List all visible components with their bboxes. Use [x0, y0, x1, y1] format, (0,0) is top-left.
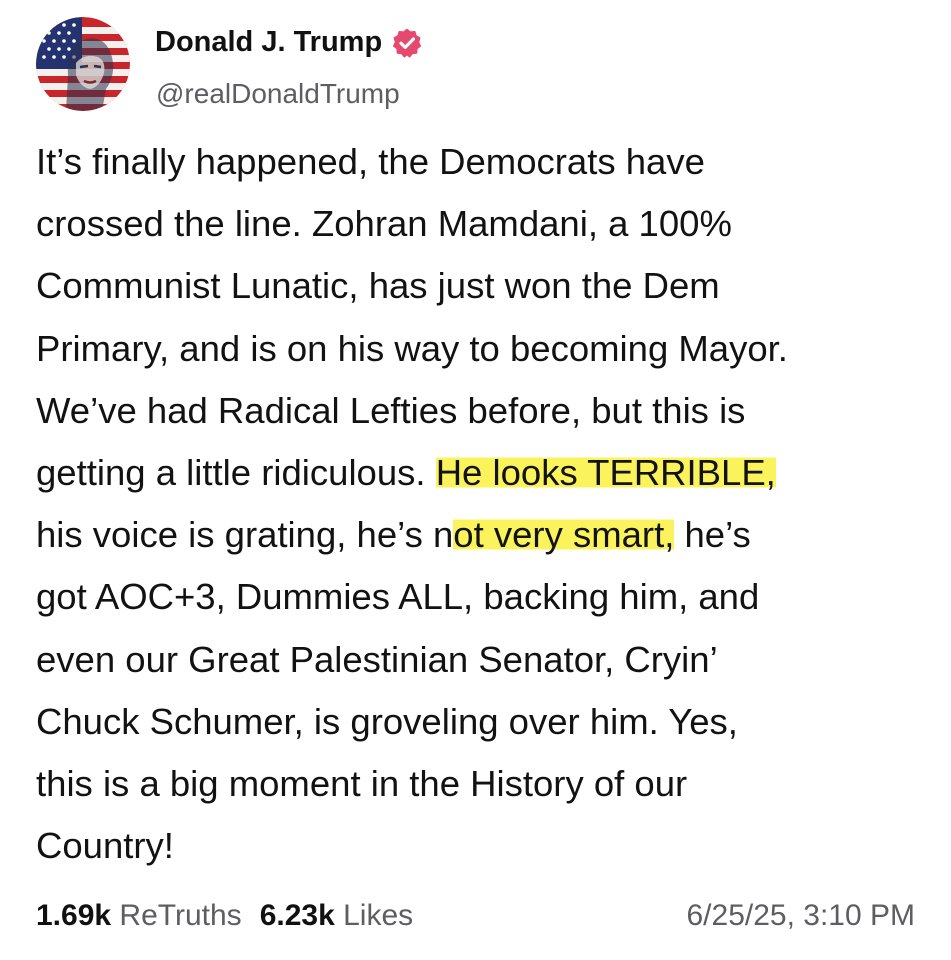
highlighted-text: ot very smart, — [453, 514, 675, 556]
post-line: got AOC+3, Dummies ALL, backing him, and — [36, 576, 760, 618]
post-line: his voice is grating, he’s not very smar… — [36, 504, 936, 566]
retruths-count: 1.69k — [36, 899, 112, 932]
likes-label: Likes — [343, 899, 414, 932]
likes-count: 6.23k — [259, 899, 335, 932]
flag-portrait-avatar-icon — [36, 17, 130, 111]
likes-stat[interactable]: 6.23k Likes — [260, 899, 413, 932]
author-handle[interactable]: @realDonaldTrump — [156, 78, 400, 110]
author-display-name[interactable]: Donald J. Trump — [155, 26, 382, 59]
post-line: this is a big moment in the History of o… — [36, 763, 688, 805]
post-line: Chuck Schumer, is groveling over him. Ye… — [36, 700, 738, 742]
post-line: It’s finally happened, the Democrats hav… — [36, 141, 705, 182]
post-line: getting a little ridiculous. He looks TE… — [36, 442, 936, 504]
post-line: We’ve had Radical Lefties before, but th… — [36, 389, 746, 431]
verified-badge-icon — [391, 27, 423, 59]
retruths-label: ReTruths — [119, 899, 242, 932]
avatar[interactable] — [36, 17, 130, 111]
post-stats: 1.69k ReTruths 6.23k Likes — [36, 899, 413, 933]
post-line: Communist Lunatic, has just won the Dem — [36, 265, 720, 307]
post-text: he’s — [674, 514, 751, 556]
post-timestamp[interactable]: 6/25/25, 3:10 PM — [687, 899, 916, 933]
post-line: Country! — [36, 825, 174, 867]
retruths-stat[interactable]: 1.69k ReTruths — [36, 899, 242, 932]
highlighted-text: He looks TERRIBLE, — [435, 452, 776, 494]
post-line: even our Great Palestinian Senator, Cryi… — [36, 638, 718, 680]
post-line: crossed the line. Zohran Mamdani, a 100% — [36, 203, 732, 245]
post-text: getting a little ridiculous. — [36, 452, 436, 494]
post-line: Primary, and is on his way to becoming M… — [36, 327, 788, 369]
post-body: It’s finally happened, the Democrats hav… — [36, 131, 936, 877]
truth-post: Donald J. Trump @realDonaldTrump It’s fi… — [0, 0, 951, 960]
author-name-row[interactable]: Donald J. Trump — [155, 26, 423, 59]
post-text: his voice is grating, he’s n — [36, 514, 454, 556]
